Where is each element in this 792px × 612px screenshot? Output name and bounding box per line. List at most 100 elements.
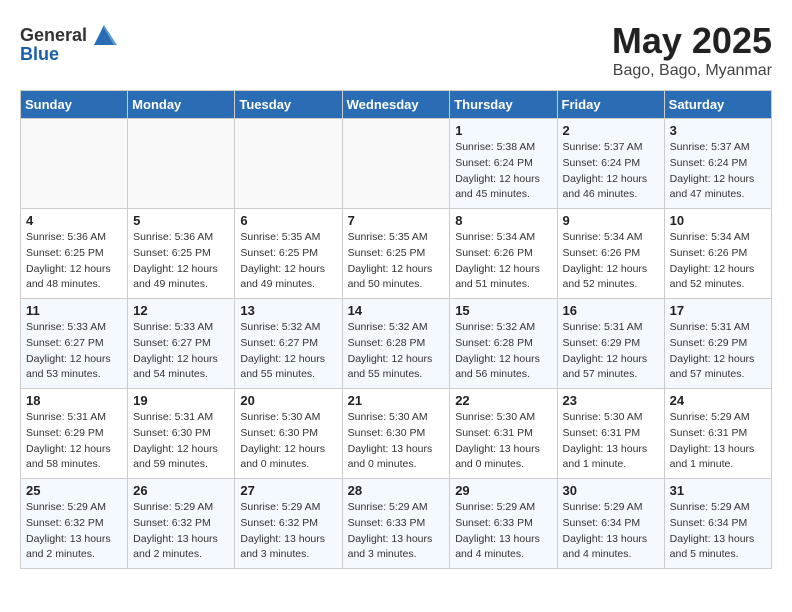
day-of-week-header: Thursday [450,91,557,119]
calendar-cell: 28 Sunrise: 5:29 AM Sunset: 6:33 PM Dayli… [342,479,450,569]
day-info: Sunrise: 5:29 AM Sunset: 6:34 PM Dayligh… [563,500,659,563]
calendar-cell: 13 Sunrise: 5:32 AM Sunset: 6:27 PM Dayli… [235,299,342,389]
calendar-cell: 19 Sunrise: 5:31 AM Sunset: 6:30 PM Dayli… [128,389,235,479]
day-info: Sunrise: 5:29 AM Sunset: 6:31 PM Dayligh… [670,410,766,473]
day-info: Sunrise: 5:32 AM Sunset: 6:27 PM Dayligh… [240,320,336,383]
calendar-cell: 8 Sunrise: 5:34 AM Sunset: 6:26 PM Daylig… [450,209,557,299]
day-info: Sunrise: 5:35 AM Sunset: 6:25 PM Dayligh… [240,230,336,293]
calendar-cell: 26 Sunrise: 5:29 AM Sunset: 6:32 PM Dayli… [128,479,235,569]
calendar-cell: 27Sunrise: 5:29 AM Sunset: 6:32 PM Dayli… [235,479,342,569]
day-number: 15 [455,303,551,318]
calendar-cell: 24Sunrise: 5:29 AM Sunset: 6:31 PM Dayli… [664,389,771,479]
day-info: Sunrise: 5:38 AM Sunset: 6:24 PM Dayligh… [455,140,551,203]
calendar-cell: 31 Sunrise: 5:29 AM Sunset: 6:34 PM Dayli… [664,479,771,569]
day-number: 17 [670,303,766,318]
calendar-week-row: 25 Sunrise: 5:29 AM Sunset: 6:32 PM Dayli… [21,479,772,569]
day-of-week-header: Wednesday [342,91,450,119]
calendar-cell: 10Sunrise: 5:34 AM Sunset: 6:26 PM Dayli… [664,209,771,299]
day-number: 9 [563,213,659,228]
calendar-cell: 1 Sunrise: 5:38 AM Sunset: 6:24 PM Daylig… [450,119,557,209]
calendar-cell: 17 Sunrise: 5:31 AM Sunset: 6:29 PM Dayli… [664,299,771,389]
day-info: Sunrise: 5:34 AM Sunset: 6:26 PM Dayligh… [563,230,659,293]
logo-general-text: General [20,25,87,46]
calendar-cell [342,119,450,209]
day-number: 26 [133,483,229,498]
day-of-week-header: Monday [128,91,235,119]
day-info: Sunrise: 5:30 AM Sunset: 6:30 PM Dayligh… [348,410,445,473]
day-info: Sunrise: 5:29 AM Sunset: 6:32 PM Dayligh… [26,500,122,563]
day-info: Sunrise: 5:29 AM Sunset: 6:33 PM Dayligh… [348,500,445,563]
day-number: 8 [455,213,551,228]
calendar-week-row: 1 Sunrise: 5:38 AM Sunset: 6:24 PM Daylig… [21,119,772,209]
day-info: Sunrise: 5:32 AM Sunset: 6:28 PM Dayligh… [348,320,445,383]
day-info: Sunrise: 5:29 AM Sunset: 6:33 PM Dayligh… [455,500,551,563]
calendar-cell: 6 Sunrise: 5:35 AM Sunset: 6:25 PM Daylig… [235,209,342,299]
day-number: 22 [455,393,551,408]
calendar-cell: 7 Sunrise: 5:35 AM Sunset: 6:25 PM Daylig… [342,209,450,299]
day-number: 1 [455,123,551,138]
day-number: 13 [240,303,336,318]
calendar-cell: 12Sunrise: 5:33 AM Sunset: 6:27 PM Dayli… [128,299,235,389]
calendar-cell: 15Sunrise: 5:32 AM Sunset: 6:28 PM Dayli… [450,299,557,389]
calendar-cell: 18Sunrise: 5:31 AM Sunset: 6:29 PM Dayli… [21,389,128,479]
day-number: 30 [563,483,659,498]
calendar-cell: 5 Sunrise: 5:36 AM Sunset: 6:25 PM Daylig… [128,209,235,299]
day-number: 6 [240,213,336,228]
day-number: 14 [348,303,445,318]
day-info: Sunrise: 5:30 AM Sunset: 6:31 PM Dayligh… [455,410,551,473]
day-number: 31 [670,483,766,498]
calendar-table: SundayMondayTuesdayWednesdayThursdayFrid… [20,90,772,569]
day-number: 16 [563,303,659,318]
logo: General Blue [20,20,119,65]
day-info: Sunrise: 5:31 AM Sunset: 6:30 PM Dayligh… [133,410,229,473]
calendar-cell: 22 Sunrise: 5:30 AM Sunset: 6:31 PM Dayli… [450,389,557,479]
calendar-cell: 21 Sunrise: 5:30 AM Sunset: 6:30 PM Dayli… [342,389,450,479]
calendar-cell: 9 Sunrise: 5:34 AM Sunset: 6:26 PM Daylig… [557,209,664,299]
day-number: 10 [670,213,766,228]
calendar-week-row: 18Sunrise: 5:31 AM Sunset: 6:29 PM Dayli… [21,389,772,479]
calendar-cell: 3 Sunrise: 5:37 AM Sunset: 6:24 PM Daylig… [664,119,771,209]
day-number: 7 [348,213,445,228]
calendar-cell: 25 Sunrise: 5:29 AM Sunset: 6:32 PM Dayli… [21,479,128,569]
calendar-cell: 4 Sunrise: 5:36 AM Sunset: 6:25 PM Daylig… [21,209,128,299]
day-number: 29 [455,483,551,498]
location-title: Bago, Bago, Myanmar [612,62,772,80]
day-info: Sunrise: 5:37 AM Sunset: 6:24 PM Dayligh… [670,140,766,203]
day-number: 5 [133,213,229,228]
calendar-cell: 14 Sunrise: 5:32 AM Sunset: 6:28 PM Dayli… [342,299,450,389]
day-info: Sunrise: 5:36 AM Sunset: 6:25 PM Dayligh… [133,230,229,293]
day-number: 18 [26,393,122,408]
day-number: 28 [348,483,445,498]
day-info: Sunrise: 5:30 AM Sunset: 6:30 PM Dayligh… [240,410,336,473]
day-info: Sunrise: 5:30 AM Sunset: 6:31 PM Dayligh… [563,410,659,473]
calendar-cell: 2Sunrise: 5:37 AM Sunset: 6:24 PM Daylig… [557,119,664,209]
day-of-week-header: Sunday [21,91,128,119]
calendar-cell: 20Sunrise: 5:30 AM Sunset: 6:30 PM Dayli… [235,389,342,479]
day-info: Sunrise: 5:29 AM Sunset: 6:32 PM Dayligh… [240,500,336,563]
calendar-cell [235,119,342,209]
day-number: 3 [670,123,766,138]
day-number: 4 [26,213,122,228]
day-number: 21 [348,393,445,408]
day-info: Sunrise: 5:29 AM Sunset: 6:34 PM Dayligh… [670,500,766,563]
day-number: 25 [26,483,122,498]
day-of-week-header: Tuesday [235,91,342,119]
calendar-cell: 16 Sunrise: 5:31 AM Sunset: 6:29 PM Dayli… [557,299,664,389]
calendar-cell: 29 Sunrise: 5:29 AM Sunset: 6:33 PM Dayli… [450,479,557,569]
calendar-cell [21,119,128,209]
month-title: May 2025 [612,20,772,62]
day-info: Sunrise: 5:34 AM Sunset: 6:26 PM Dayligh… [455,230,551,293]
day-number: 19 [133,393,229,408]
day-of-week-header: Friday [557,91,664,119]
day-info: Sunrise: 5:31 AM Sunset: 6:29 PM Dayligh… [670,320,766,383]
day-info: Sunrise: 5:35 AM Sunset: 6:25 PM Dayligh… [348,230,445,293]
day-info: Sunrise: 5:36 AM Sunset: 6:25 PM Dayligh… [26,230,122,293]
calendar-cell [128,119,235,209]
day-info: Sunrise: 5:29 AM Sunset: 6:32 PM Dayligh… [133,500,229,563]
day-info: Sunrise: 5:31 AM Sunset: 6:29 PM Dayligh… [563,320,659,383]
day-of-week-header: Saturday [664,91,771,119]
title-block: May 2025 Bago, Bago, Myanmar [612,20,772,80]
calendar-cell: 30 Sunrise: 5:29 AM Sunset: 6:34 PM Dayli… [557,479,664,569]
page-header: General Blue May 2025 Bago, Bago, Myanma… [20,20,772,80]
calendar-header-row: SundayMondayTuesdayWednesdayThursdayFrid… [21,91,772,119]
